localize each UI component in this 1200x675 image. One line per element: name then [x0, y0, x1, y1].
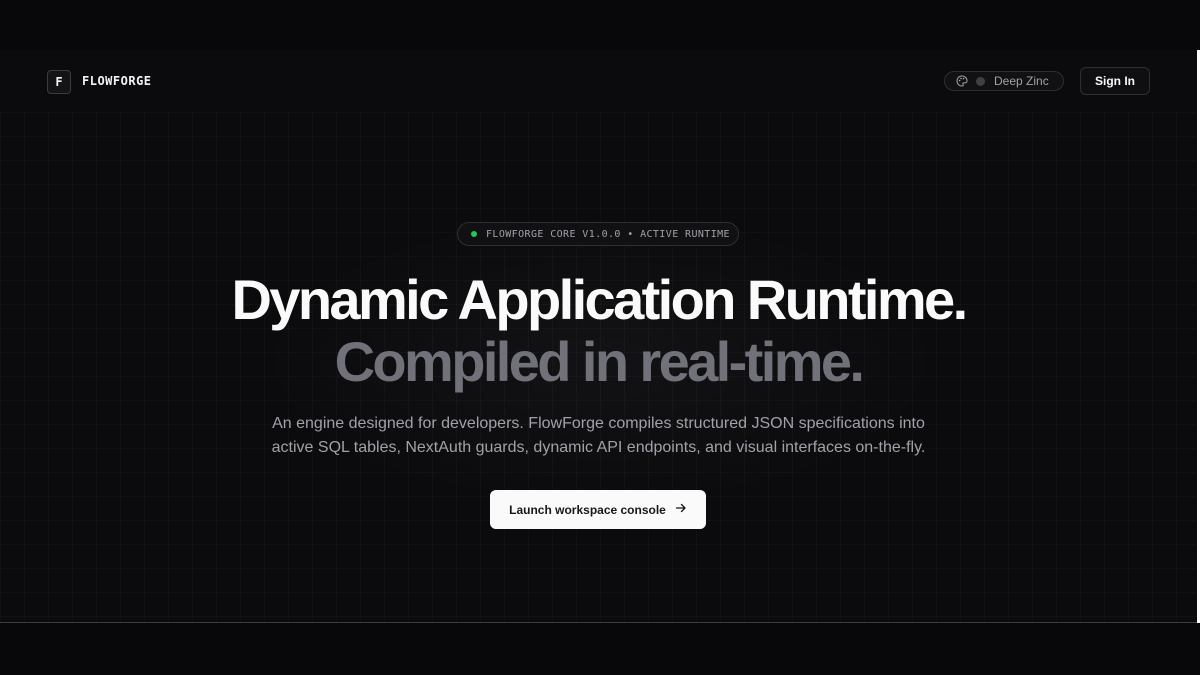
hero-subtitle-line1: An engine designed for developers. FlowF…: [272, 415, 925, 432]
status-dot: [471, 231, 477, 237]
launch-console-button[interactable]: Launch workspace console: [490, 490, 706, 529]
version-badge: FLOWFORGE CORE V1.0.0 • ACTIVE RUNTIME: [457, 222, 739, 246]
hero-subtitle-line2: active SQL tables, NextAuth guards, dyna…: [271, 439, 926, 456]
logo-mark[interactable]: F: [47, 70, 71, 94]
top-nav: F FLOWFORGE Deep Zinc Sign In: [0, 50, 1197, 112]
page-frame: F FLOWFORGE Deep Zinc Sign In FLOWFORGE …: [0, 50, 1197, 623]
hero-title-line1: Dynamic Application Runtime.: [231, 268, 968, 331]
sign-in-button[interactable]: Sign In: [1080, 67, 1150, 95]
hero-subtitle: An engine designed for developers. FlowF…: [230, 412, 967, 460]
launch-console-label: Launch workspace console: [509, 502, 666, 517]
version-badge-text: FLOWFORGE CORE V1.0.0 • ACTIVE RUNTIME: [486, 228, 730, 240]
brand-name[interactable]: FLOWFORGE: [82, 74, 152, 88]
theme-label: Deep Zinc: [994, 74, 1049, 88]
hero-title-line2: Compiled in real-time.: [334, 330, 865, 393]
theme-switcher[interactable]: Deep Zinc: [944, 71, 1064, 91]
palette-icon: [956, 75, 968, 87]
theme-color-dot: [976, 76, 985, 86]
arrow-right-icon: [675, 502, 687, 517]
